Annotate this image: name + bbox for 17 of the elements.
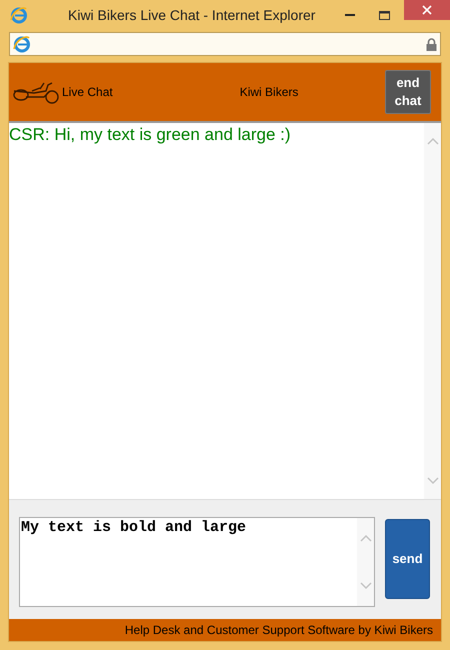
scroll-up-icon[interactable]: [426, 137, 438, 145]
close-icon: [422, 5, 432, 15]
browser-logo-icon: [10, 6, 28, 24]
close-button[interactable]: [404, 0, 450, 20]
site-name: Kiwi Bikers: [240, 84, 298, 101]
lock-icon: [426, 38, 437, 50]
minimize-icon[interactable]: [345, 13, 355, 17]
window-title: Kiwi Bikers Live Chat - Internet Explorer: [68, 6, 316, 25]
send-button[interactable]: send: [385, 519, 430, 599]
footer-text: Help Desk and Customer Support Software by Kiwi Bikers: [124, 622, 433, 639]
scroll-down-icon[interactable]: [426, 477, 438, 485]
brand-label: Live Chat: [62, 84, 113, 101]
end-chat-button[interactable]: end chat: [385, 70, 431, 114]
address-bar[interactable]: [9, 32, 441, 56]
browser-logo-icon: [13, 35, 31, 53]
maximize-icon[interactable]: [379, 10, 390, 20]
chat-message: CSR: Hi, my text is green and large :): [9, 125, 292, 145]
